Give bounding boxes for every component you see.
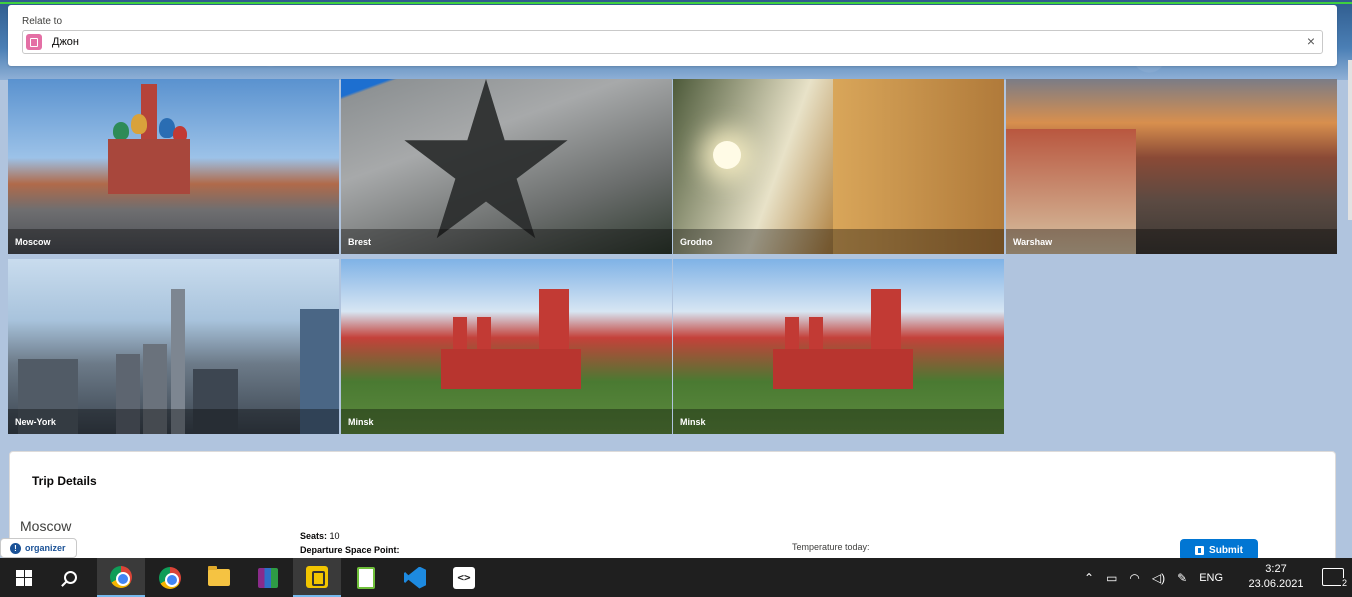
organizer-icon: !	[10, 542, 21, 554]
dev-tools-icon: <>	[453, 566, 475, 589]
sun-illustration	[713, 141, 741, 169]
gallery-tile-grodno[interactable]: Grodno	[673, 79, 1004, 254]
caption-overlay	[8, 409, 339, 434]
organizer-extension-button[interactable]: ! organizer	[0, 538, 77, 558]
gallery-tile-minsk-2[interactable]: Minsk	[673, 259, 1004, 434]
tile-caption: Minsk	[680, 417, 706, 427]
caption-overlay	[8, 229, 339, 254]
tile-caption: Moscow	[15, 237, 51, 247]
windows-start-icon	[16, 569, 32, 586]
relate-to-value: Джон	[52, 36, 80, 48]
taskbar-clock[interactable]: 3:27 23.06.2021	[1246, 562, 1306, 592]
page-scrollbar[interactable]	[1348, 60, 1352, 220]
red-church-illustration	[773, 289, 913, 389]
language-indicator[interactable]: ENG	[1199, 572, 1223, 584]
system-tray: ⌃ ▭ ◠ ◁) ✎ ENG	[1084, 558, 1223, 597]
windows-taskbar: <> ⌃ ▭ ◠ ◁) ✎ ENG 3:27 23.06.2021 2	[0, 558, 1352, 597]
winrar-icon	[258, 567, 278, 588]
red-church-illustration	[441, 289, 581, 389]
trip-city: Moscow	[20, 518, 72, 534]
relate-to-label: Relate to	[22, 16, 63, 27]
search-icon	[63, 571, 77, 584]
building-illustration	[833, 79, 1004, 254]
loading-bar	[0, 2, 1352, 4]
organizer-label: organizer	[25, 543, 66, 553]
notification-count: 2	[1340, 578, 1348, 588]
gallery-tile-new-york[interactable]: New-York	[8, 259, 339, 434]
taskbar-dev-tools[interactable]: <>	[440, 558, 488, 597]
departure-space-point-label: Departure Space Point:	[300, 545, 400, 555]
taskbar-winrar[interactable]	[244, 558, 292, 597]
relate-to-lookup-field[interactable]: Джон ×	[22, 30, 1323, 54]
chrome-icon	[110, 565, 132, 588]
submit-label: Submit	[1209, 544, 1243, 556]
tile-caption: New-York	[15, 417, 56, 427]
clock-date: 23.06.2021	[1248, 578, 1304, 590]
seats-value: 10	[329, 531, 340, 541]
chevron-up-icon[interactable]: ⌃	[1084, 571, 1094, 585]
chrome-icon	[159, 566, 181, 589]
seats-label: Seats:	[300, 531, 328, 541]
clipboard-icon	[1195, 545, 1205, 555]
caption-overlay	[341, 409, 672, 434]
vscode-icon	[404, 566, 426, 589]
notepad-icon	[357, 566, 375, 589]
taskbar-chrome-1[interactable]	[97, 558, 145, 597]
relate-to-card: Relate to Джон ×	[8, 5, 1337, 66]
taskbar-search-button[interactable]	[46, 558, 94, 597]
taskbar-vscode[interactable]	[391, 558, 439, 597]
tile-caption: Warshaw	[1013, 237, 1053, 247]
taskbar-yellow-app[interactable]	[293, 558, 341, 597]
gallery-tile-minsk-1[interactable]: Minsk	[341, 259, 672, 434]
taskbar-chrome-2[interactable]	[146, 558, 194, 597]
kremlin-illustration	[103, 84, 193, 199]
caption-overlay	[1006, 229, 1337, 254]
trip-details-title: Trip Details	[32, 474, 97, 488]
temperature-label: Temperature today:	[792, 542, 870, 552]
gallery-tile-warshaw[interactable]: Warshaw	[1006, 79, 1337, 254]
building-icon	[26, 34, 42, 50]
taskbar-file-explorer[interactable]	[195, 558, 243, 597]
caption-overlay	[341, 229, 672, 254]
tile-caption: Minsk	[348, 417, 374, 427]
tile-caption: Grodno	[680, 237, 713, 247]
file-explorer-icon	[208, 566, 230, 586]
trip-seats: Seats: 10	[300, 531, 340, 541]
caption-overlay	[673, 409, 1004, 434]
yellow-app-icon	[306, 565, 328, 588]
taskbar-notepad[interactable]	[342, 558, 390, 597]
wifi-icon[interactable]: ◠	[1129, 571, 1139, 585]
volume-icon[interactable]: ◁)	[1152, 571, 1165, 585]
pen-icon[interactable]: ✎	[1177, 571, 1187, 585]
tile-caption: Brest	[348, 237, 372, 247]
caption-overlay	[673, 229, 1004, 254]
clock-time: 3:27	[1265, 563, 1287, 575]
windows-start-button[interactable]	[0, 558, 48, 597]
battery-icon[interactable]: ▭	[1106, 571, 1117, 585]
star-monument-illustration	[404, 79, 568, 239]
clear-selection-icon[interactable]: ×	[1307, 33, 1315, 49]
gallery-tile-brest[interactable]: Brest	[341, 79, 672, 254]
gallery-tile-moscow[interactable]: Moscow	[8, 79, 339, 254]
